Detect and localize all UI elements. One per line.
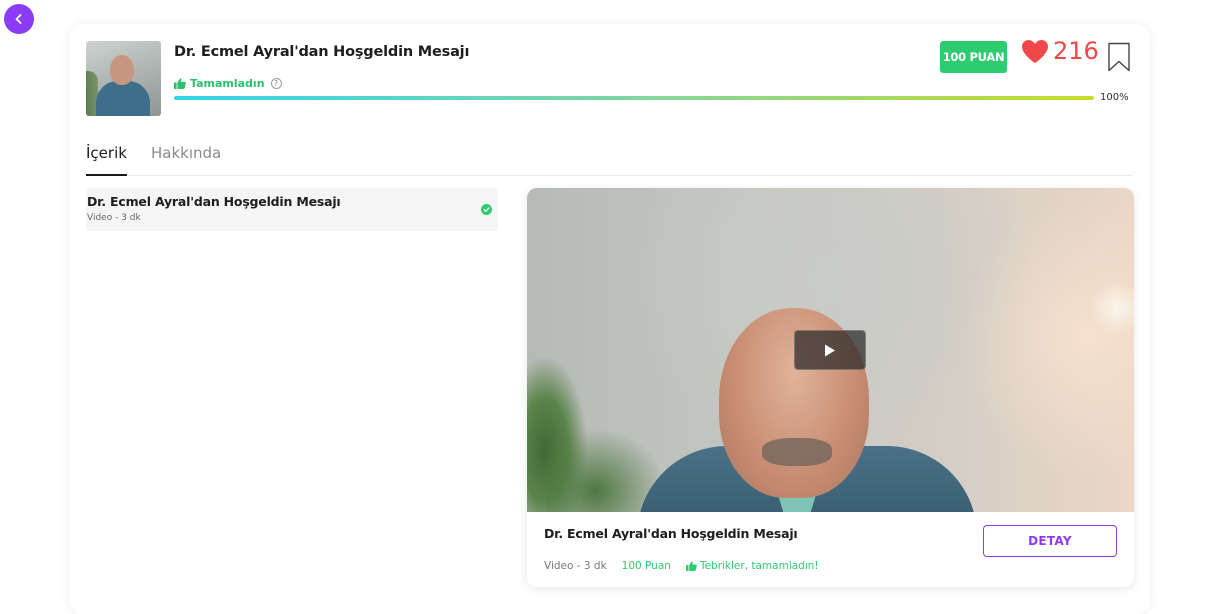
video-meta: Video - 3 dk 100 Puan Tebrikler, tamamla… [544, 560, 819, 572]
chevron-left-icon [15, 14, 22, 24]
detail-button[interactable]: DETAY [983, 525, 1117, 557]
congrats-text: Tebrikler, tamamladın! [699, 560, 819, 572]
bookmark-icon [1108, 42, 1130, 72]
video-points: 100 Puan [621, 560, 671, 572]
bookmark-button[interactable] [1107, 42, 1131, 76]
likes-count: 216 [1053, 37, 1099, 65]
content-list-item[interactable]: Dr. Ecmel Ayral'dan Hoşgeldin Mesajı Vid… [86, 188, 498, 231]
thumbs-up-icon [685, 561, 697, 571]
info-icon[interactable]: ? [270, 78, 282, 89]
tab-hakkinda[interactable]: Hakkında [151, 144, 221, 162]
thumbs-up-icon [174, 78, 186, 89]
video-card: Dr. Ecmel Ayral'dan Hoşgeldin Mesajı Vid… [527, 188, 1134, 587]
heart-icon [1022, 39, 1048, 63]
like-button[interactable]: 216 [1021, 37, 1099, 65]
tab-icerik[interactable]: İçerik [86, 144, 127, 176]
list-item-title: Dr. Ecmel Ayral'dan Hoşgeldin Mesajı [87, 194, 341, 209]
play-button[interactable] [794, 330, 866, 370]
course-thumbnail [86, 41, 161, 116]
video-title: Dr. Ecmel Ayral'dan Hoşgeldin Mesajı [544, 526, 798, 541]
back-button[interactable] [4, 4, 34, 34]
video-player[interactable] [527, 188, 1134, 512]
play-icon [825, 344, 835, 356]
points-badge: 100 PUAN [940, 41, 1007, 73]
page-title: Dr. Ecmel Ayral'dan Hoşgeldin Mesajı [174, 44, 470, 60]
video-duration: Video - 3 dk [544, 560, 607, 572]
content-tabs: İçerik Hakkında [86, 144, 1133, 176]
progress-bar [174, 96, 1094, 100]
check-circle-icon [481, 204, 492, 215]
status-label: Tamamladın [190, 77, 265, 90]
course-card: Dr. Ecmel Ayral'dan Hoşgeldin Mesajı Tam… [69, 24, 1150, 614]
video-congrats: Tebrikler, tamamladın! [685, 560, 819, 572]
completion-status: Tamamladın ? [174, 77, 282, 90]
progress-percent: 100% [1100, 92, 1129, 103]
list-item-meta: Video - 3 dk [87, 213, 141, 223]
